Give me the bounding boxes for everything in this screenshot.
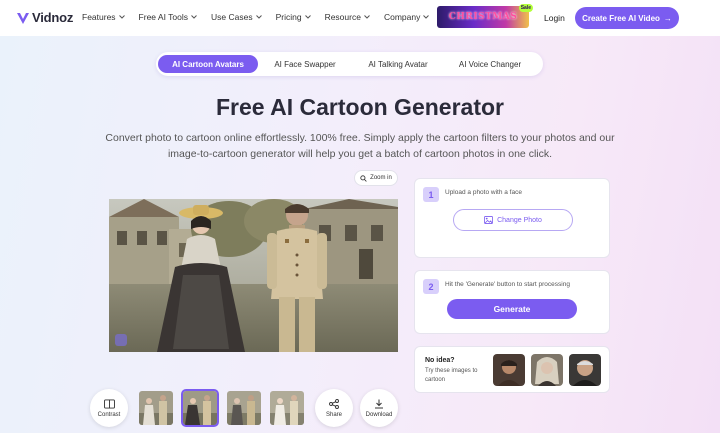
tab-ai-voice-changer[interactable]: AI Voice Changer <box>444 55 536 73</box>
zoom-in-button[interactable]: Zoom in <box>354 170 398 186</box>
step-2-badge: 2 <box>423 279 439 294</box>
cartoon-result-image <box>109 199 398 352</box>
search-icon <box>360 174 367 182</box>
sample-portrait-2 <box>531 354 563 386</box>
no-idea-subtitle: Try these images to cartoon <box>425 368 478 383</box>
vidnoz-logo-icon <box>17 12 29 24</box>
main-menu: Features Free AI Tools Use Cases Pricing… <box>82 12 443 22</box>
sample-image-1[interactable] <box>493 354 525 386</box>
zoom-in-label: Zoom in <box>370 175 392 181</box>
menu-free-ai-tools-label: Free AI Tools <box>138 12 188 22</box>
sample-image-3[interactable] <box>569 354 601 386</box>
sample-portrait-3 <box>569 354 601 386</box>
page-subtitle: Convert photo to cartoon online effortle… <box>105 132 615 160</box>
chevron-down-icon <box>255 15 262 19</box>
login-link[interactable]: Login <box>544 13 565 23</box>
compare-icon <box>103 399 115 408</box>
cartoon-scene-illustration <box>109 199 398 352</box>
chevron-down-icon <box>423 15 430 19</box>
change-photo-label: Change Photo <box>497 216 542 224</box>
menu-pricing-label: Pricing <box>275 12 302 22</box>
sample-image-2[interactable] <box>531 354 563 386</box>
arrow-right-icon: → <box>663 13 672 23</box>
sample-images-card: No idea? Try these images to cartoon <box>414 346 610 393</box>
result-thumbnail[interactable] <box>270 391 304 425</box>
menu-resource-label: Resource <box>324 12 361 22</box>
promo-text: CHRISTMAS <box>448 12 518 22</box>
create-free-ai-video-button[interactable]: Create Free AI Video → <box>575 7 679 29</box>
step-upload-card: 1 Upload a photo with a face Change Phot… <box>414 178 610 258</box>
cta-label: Create Free AI Video <box>582 13 660 23</box>
result-thumbnail[interactable] <box>139 391 173 425</box>
logo-text: Vidnoz <box>32 10 74 25</box>
promo-badge: Sale <box>518 4 533 12</box>
christmas-promo-banner[interactable]: CHRISTMAS Sale <box>437 4 533 28</box>
share-label: Share <box>325 411 342 418</box>
tab-ai-cartoon-avatars[interactable]: AI Cartoon Avatars <box>158 55 258 73</box>
download-icon <box>375 399 383 408</box>
thumbnail-image-1 <box>139 391 173 425</box>
tool-tabs: AI Cartoon Avatars AI Face Swapper AI Ta… <box>156 52 543 76</box>
menu-use-cases[interactable]: Use Cases <box>211 12 262 22</box>
menu-company-label: Company <box>383 12 421 22</box>
menu-pricing[interactable]: Pricing <box>276 12 311 22</box>
page-title: Free AI Cartoon Generator <box>216 94 504 120</box>
result-thumbnail[interactable] <box>227 391 261 425</box>
thumbnail-image-3 <box>227 391 261 425</box>
change-photo-button[interactable]: Change Photo <box>453 209 573 231</box>
no-idea-title: No idea? <box>425 357 455 364</box>
generate-button[interactable]: Generate <box>447 299 577 319</box>
download-label: Download <box>365 411 393 418</box>
step-generate-card: 2 Hit the 'Generate' button to start pro… <box>414 270 610 334</box>
step-2-text: Hit the 'Generate' button to start proce… <box>445 281 570 288</box>
chevron-down-icon <box>304 15 311 19</box>
menu-features-label: Features <box>82 12 116 22</box>
share-button[interactable]: Share <box>315 389 353 427</box>
step-1-badge: 1 <box>423 187 439 202</box>
menu-use-cases-label: Use Cases <box>211 12 253 22</box>
menu-free-ai-tools[interactable]: Free AI Tools <box>139 12 197 22</box>
thumbnail-image-2 <box>183 391 217 425</box>
tab-ai-talking-avatar[interactable]: AI Talking Avatar <box>352 55 444 73</box>
contrast-button[interactable]: Contrast <box>90 389 128 427</box>
contrast-label: Contrast <box>97 411 121 418</box>
chevron-down-icon <box>118 15 125 19</box>
tab-ai-face-swapper[interactable]: AI Face Swapper <box>258 55 352 73</box>
vidnoz-watermark-icon <box>115 334 127 346</box>
menu-company[interactable]: Company <box>383 12 430 22</box>
download-button[interactable]: Download <box>360 389 398 427</box>
sample-portrait-1 <box>493 354 525 386</box>
menu-features[interactable]: Features <box>82 12 125 22</box>
top-nav: Vidnoz Features Free AI Tools Use Cases … <box>0 0 720 36</box>
vidnoz-logo[interactable]: Vidnoz <box>16 10 73 25</box>
step-1-text: Upload a photo with a face <box>445 189 522 196</box>
chevron-down-icon <box>364 15 370 19</box>
share-icon <box>329 398 339 409</box>
image-icon <box>484 216 494 224</box>
thumbnail-image-4 <box>270 391 304 425</box>
chevron-down-icon <box>191 15 197 19</box>
menu-resource[interactable]: Resource <box>325 12 370 22</box>
result-thumbnail-selected[interactable] <box>181 389 219 427</box>
